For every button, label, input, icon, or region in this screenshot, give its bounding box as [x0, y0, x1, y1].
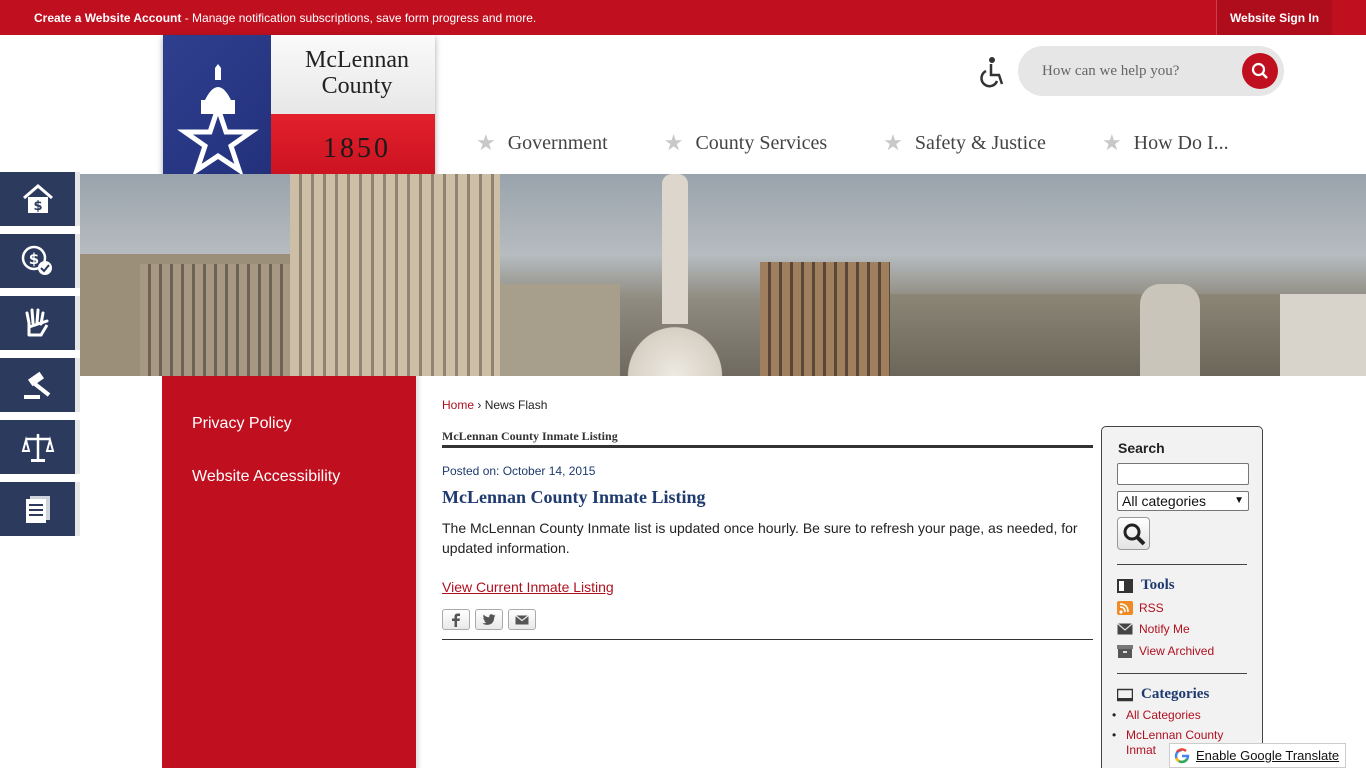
article-headline: McLennan County Inmate Listing: [442, 487, 706, 507]
search-title: Search: [1118, 440, 1165, 456]
scales-icon: [21, 434, 54, 462]
share-facebook-button[interactable]: [442, 609, 470, 630]
accessibility-icon[interactable]: [977, 56, 1005, 88]
tool-rss[interactable]: RSS: [1117, 601, 1164, 615]
news-search-button[interactable]: [1117, 517, 1150, 550]
quick-link-volunteer[interactable]: [0, 296, 75, 350]
svg-text:$: $: [28, 250, 38, 268]
category-select[interactable]: All categories ▼: [1117, 491, 1249, 511]
nav-safety-justice[interactable]: ★ Safety & Justice: [883, 128, 1046, 158]
archive-icon: [1117, 645, 1133, 658]
logo-name: McLennan County: [305, 47, 409, 99]
facebook-icon: [452, 613, 460, 627]
payment-check-icon: $: [21, 245, 52, 275]
main-nav: ★ Government ★ County Services ★ Safety & J…: [476, 128, 1285, 158]
quick-link-justice[interactable]: [0, 420, 75, 474]
site-search-input[interactable]: [1042, 60, 1232, 82]
star-dome-emblem-icon: [177, 64, 259, 177]
rss-icon: [1117, 601, 1133, 615]
divider: [442, 445, 1093, 448]
tool-view-archived[interactable]: View Archived: [1117, 644, 1214, 658]
tool-notify-me[interactable]: Notify Me: [1117, 622, 1190, 636]
nav-how-do-i[interactable]: ★ How Do I...: [1102, 128, 1229, 158]
email-icon: [515, 614, 529, 624]
city-skyline-banner: [80, 174, 1366, 376]
divider: [1117, 564, 1247, 565]
book-icon: [1117, 688, 1133, 701]
posted-date: Posted on: October 14, 2015: [442, 464, 596, 478]
divider: [442, 639, 1093, 640]
category-all[interactable]: All Categories: [1112, 708, 1236, 723]
create-account-link[interactable]: Create a Website Account: [34, 11, 181, 25]
left-sidebar: Privacy Policy Website Accessibility: [162, 376, 416, 768]
star-icon: ★: [663, 130, 684, 155]
quick-link-courts[interactable]: [0, 358, 75, 412]
website-sign-in-button[interactable]: Website Sign In: [1216, 0, 1332, 35]
breadcrumb-separator: ›: [477, 398, 482, 412]
tools-icon: [1117, 578, 1133, 593]
twitter-icon: [482, 613, 496, 625]
logo-year: 1850: [323, 133, 391, 164]
star-icon: ★: [1101, 130, 1122, 155]
categories-section-header: Categories: [1117, 686, 1209, 703]
county-logo[interactable]: McLennan County 1850: [163, 35, 435, 193]
chevron-down-icon: ▼: [1234, 495, 1244, 506]
right-sidebar-box: Search All categories ▼ Tools RSS Notify…: [1101, 426, 1263, 768]
search-icon: [1251, 62, 1268, 79]
sidebar-item-website-accessibility[interactable]: Website Accessibility: [192, 468, 340, 486]
gavel-icon: [23, 371, 50, 399]
search-icon: [1123, 523, 1145, 545]
nav-county-services[interactable]: ★ County Services: [664, 128, 827, 158]
article-body: The McLennan County Inmate list is updat…: [442, 520, 1078, 556]
svg-text:$: $: [33, 199, 42, 214]
breadcrumb-current: News Flash: [484, 398, 548, 412]
module-title: McLennan County Inmate Listing: [442, 429, 618, 443]
view-inmate-listing-link[interactable]: View Current Inmate Listing: [442, 579, 614, 595]
tools-section-header: Tools: [1117, 577, 1175, 594]
top-bar: Create a Website Account - Manage notifi…: [0, 0, 1366, 35]
share-email-button[interactable]: [508, 609, 536, 630]
quick-link-records[interactable]: [0, 482, 75, 536]
star-icon: ★: [476, 130, 496, 155]
news-search-input[interactable]: [1117, 463, 1249, 485]
volunteer-hand-icon: [25, 308, 48, 337]
quick-link-payments[interactable]: $: [0, 234, 75, 288]
home-tax-icon: $: [22, 184, 53, 214]
star-icon: ★: [883, 130, 903, 155]
site-search: [1018, 46, 1284, 96]
create-account-banner[interactable]: Create a Website Account - Manage notifi…: [34, 11, 536, 25]
quick-link-property-tax[interactable]: $: [0, 172, 75, 226]
divider: [1117, 673, 1247, 674]
breadcrumb-home-link[interactable]: Home: [442, 398, 474, 412]
share-twitter-button[interactable]: [475, 609, 503, 630]
envelope-icon: [1117, 623, 1133, 635]
documents-icon: [25, 496, 50, 523]
nav-government[interactable]: ★ Government: [476, 128, 608, 158]
google-translate-button[interactable]: Enable Google Translate: [1169, 743, 1346, 768]
breadcrumb: Home › News Flash: [442, 398, 547, 412]
google-icon: [1174, 747, 1190, 764]
search-button[interactable]: [1242, 53, 1278, 89]
create-account-desc: - Manage notification subscriptions, sav…: [181, 11, 537, 25]
sidebar-item-privacy-policy[interactable]: Privacy Policy: [192, 415, 292, 433]
